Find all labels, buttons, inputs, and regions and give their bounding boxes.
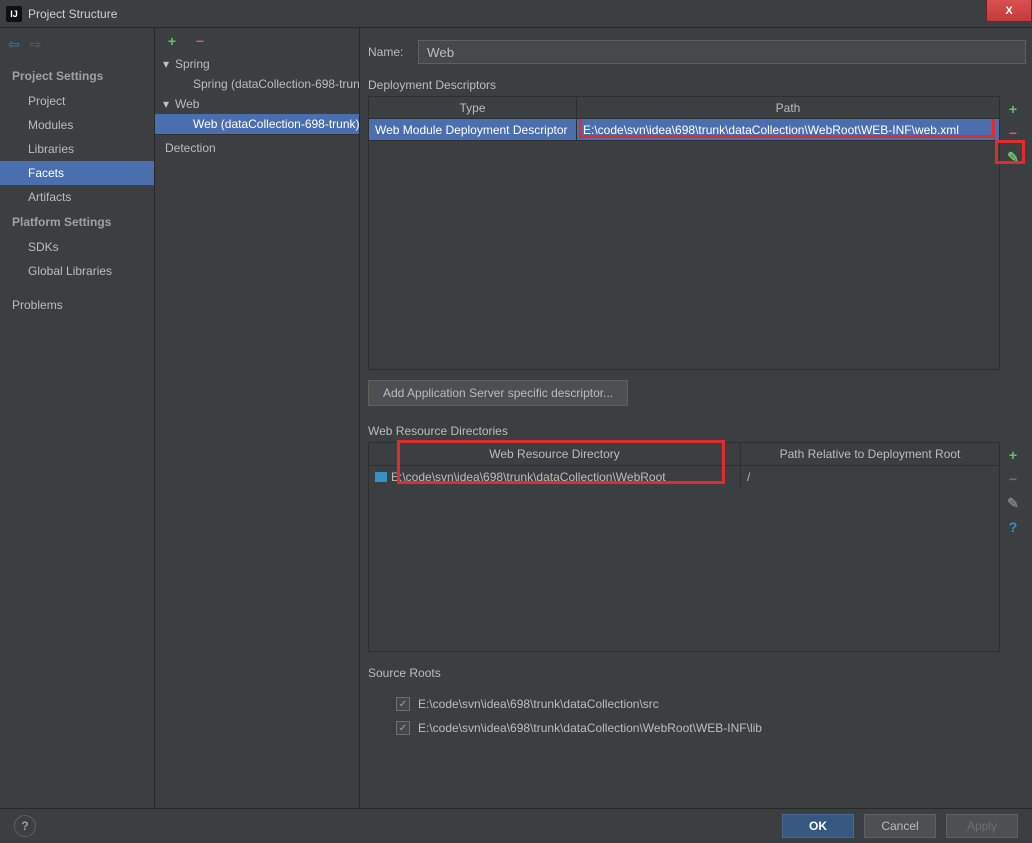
dd-edit-button[interactable]: ✎ [1004,148,1022,166]
add-server-descriptor-button[interactable]: Add Application Server specific descript… [368,380,628,406]
folder-icon [375,472,387,482]
tree-label-web-module: Web (dataCollection-698-trunk) [193,117,359,131]
deployment-descriptors-table[interactable]: Type Path Web Module Deployment Descript… [368,96,1000,370]
tree-node-spring[interactable]: ▾ Spring [155,54,359,74]
tree-label-web: Web [175,97,199,111]
wrd-dir-header: Web Resource Directory [369,443,741,466]
project-settings-heading: Project Settings [0,63,154,89]
window-title: Project Structure [28,7,117,21]
tree-label-spring: Spring [175,57,210,71]
sidebar-item-global-libraries[interactable]: Global Libraries [0,259,154,283]
nav-back-icon[interactable]: ⇦ [8,36,20,53]
name-label: Name: [368,45,418,59]
facet-config-panel: Name: Deployment Descriptors Type Path W… [360,28,1032,808]
sidebar-item-problems[interactable]: Problems [0,293,154,317]
sidebar-item-libraries[interactable]: Libraries [0,137,154,161]
wrd-rel-cell: / [741,465,1000,488]
dd-add-button[interactable]: + [1004,100,1022,118]
chevron-down-icon: ▾ [161,57,171,71]
wrd-add-button[interactable]: + [1004,446,1022,464]
remove-facet-button[interactable]: − [191,32,209,50]
source-root-item[interactable]: ✓ E:\code\svn\idea\698\trunk\dataCollect… [396,716,998,740]
platform-settings-heading: Platform Settings [0,209,154,235]
tree-node-web[interactable]: ▾ Web [155,94,359,114]
sidebar-item-sdks[interactable]: SDKs [0,235,154,259]
source-root-item[interactable]: ✓ E:\code\svn\idea\698\trunk\dataCollect… [396,692,998,716]
checkbox-checked-icon[interactable]: ✓ [396,721,410,735]
source-root-path: E:\code\svn\idea\698\trunk\dataCollectio… [418,697,659,711]
wrd-row[interactable]: E:\code\svn\idea\698\trunk\dataCollectio… [369,465,1000,488]
web-resource-dirs-table[interactable]: Web Resource Directory Path Relative to … [368,442,1000,652]
detection-link[interactable]: Detection [155,134,359,161]
facets-tree-panel: + − ▾ Spring Spring (dataCollection-698-… [155,28,360,808]
app-icon: IJ [6,6,22,22]
dd-path-header: Path [577,97,1000,119]
deployment-descriptors-label: Deployment Descriptors [368,78,1026,92]
dd-remove-button[interactable]: − [1004,124,1022,142]
help-button[interactable]: ? [14,815,36,837]
sidebar-item-artifacts[interactable]: Artifacts [0,185,154,209]
dd-row[interactable]: Web Module Deployment Descriptor E:\code… [369,119,1000,141]
dd-type-cell: Web Module Deployment Descriptor [369,119,577,141]
wrd-remove-button[interactable]: − [1004,470,1022,488]
settings-sidebar: ⇦ ⇨ Project Settings Project Modules Lib… [0,28,155,808]
window-close-button[interactable]: X [986,0,1032,22]
dialog-footer: ? OK Cancel Apply [0,808,1032,843]
add-facet-button[interactable]: + [163,32,181,50]
chevron-down-icon: ▾ [161,97,171,111]
tree-label-spring-module: Spring (dataCollection-698-trunk) [193,77,359,91]
sidebar-item-modules[interactable]: Modules [0,113,154,137]
facet-name-input[interactable] [418,40,1026,64]
source-root-path: E:\code\svn\idea\698\trunk\dataCollectio… [418,721,762,735]
tree-node-spring-module[interactable]: Spring (dataCollection-698-trunk) [155,74,359,94]
ok-button[interactable]: OK [782,814,854,838]
sidebar-item-facets[interactable]: Facets [0,161,154,185]
wrd-help-button[interactable]: ? [1004,518,1022,536]
wrd-toolbar: + − ✎ ? [1000,442,1026,652]
wrd-rel-header: Path Relative to Deployment Root [741,443,1000,466]
web-resource-dirs-label: Web Resource Directories [368,424,1026,438]
dd-toolbar: + − ✎ [1000,96,1026,370]
sidebar-item-project[interactable]: Project [0,89,154,113]
dd-type-header: Type [369,97,577,119]
tree-node-web-module[interactable]: Web (dataCollection-698-trunk) [155,114,359,134]
checkbox-checked-icon[interactable]: ✓ [396,697,410,711]
cancel-button[interactable]: Cancel [864,814,936,838]
wrd-edit-button[interactable]: ✎ [1004,494,1022,512]
apply-button[interactable]: Apply [946,814,1018,838]
source-roots-label: Source Roots [368,666,1026,680]
wrd-dir-cell: E:\code\svn\idea\698\trunk\dataCollectio… [369,465,741,488]
titlebar: IJ Project Structure X [0,0,1032,28]
nav-forward-icon: ⇨ [30,36,42,53]
dd-path-cell: E:\code\svn\idea\698\trunk\dataCollectio… [577,119,1000,141]
